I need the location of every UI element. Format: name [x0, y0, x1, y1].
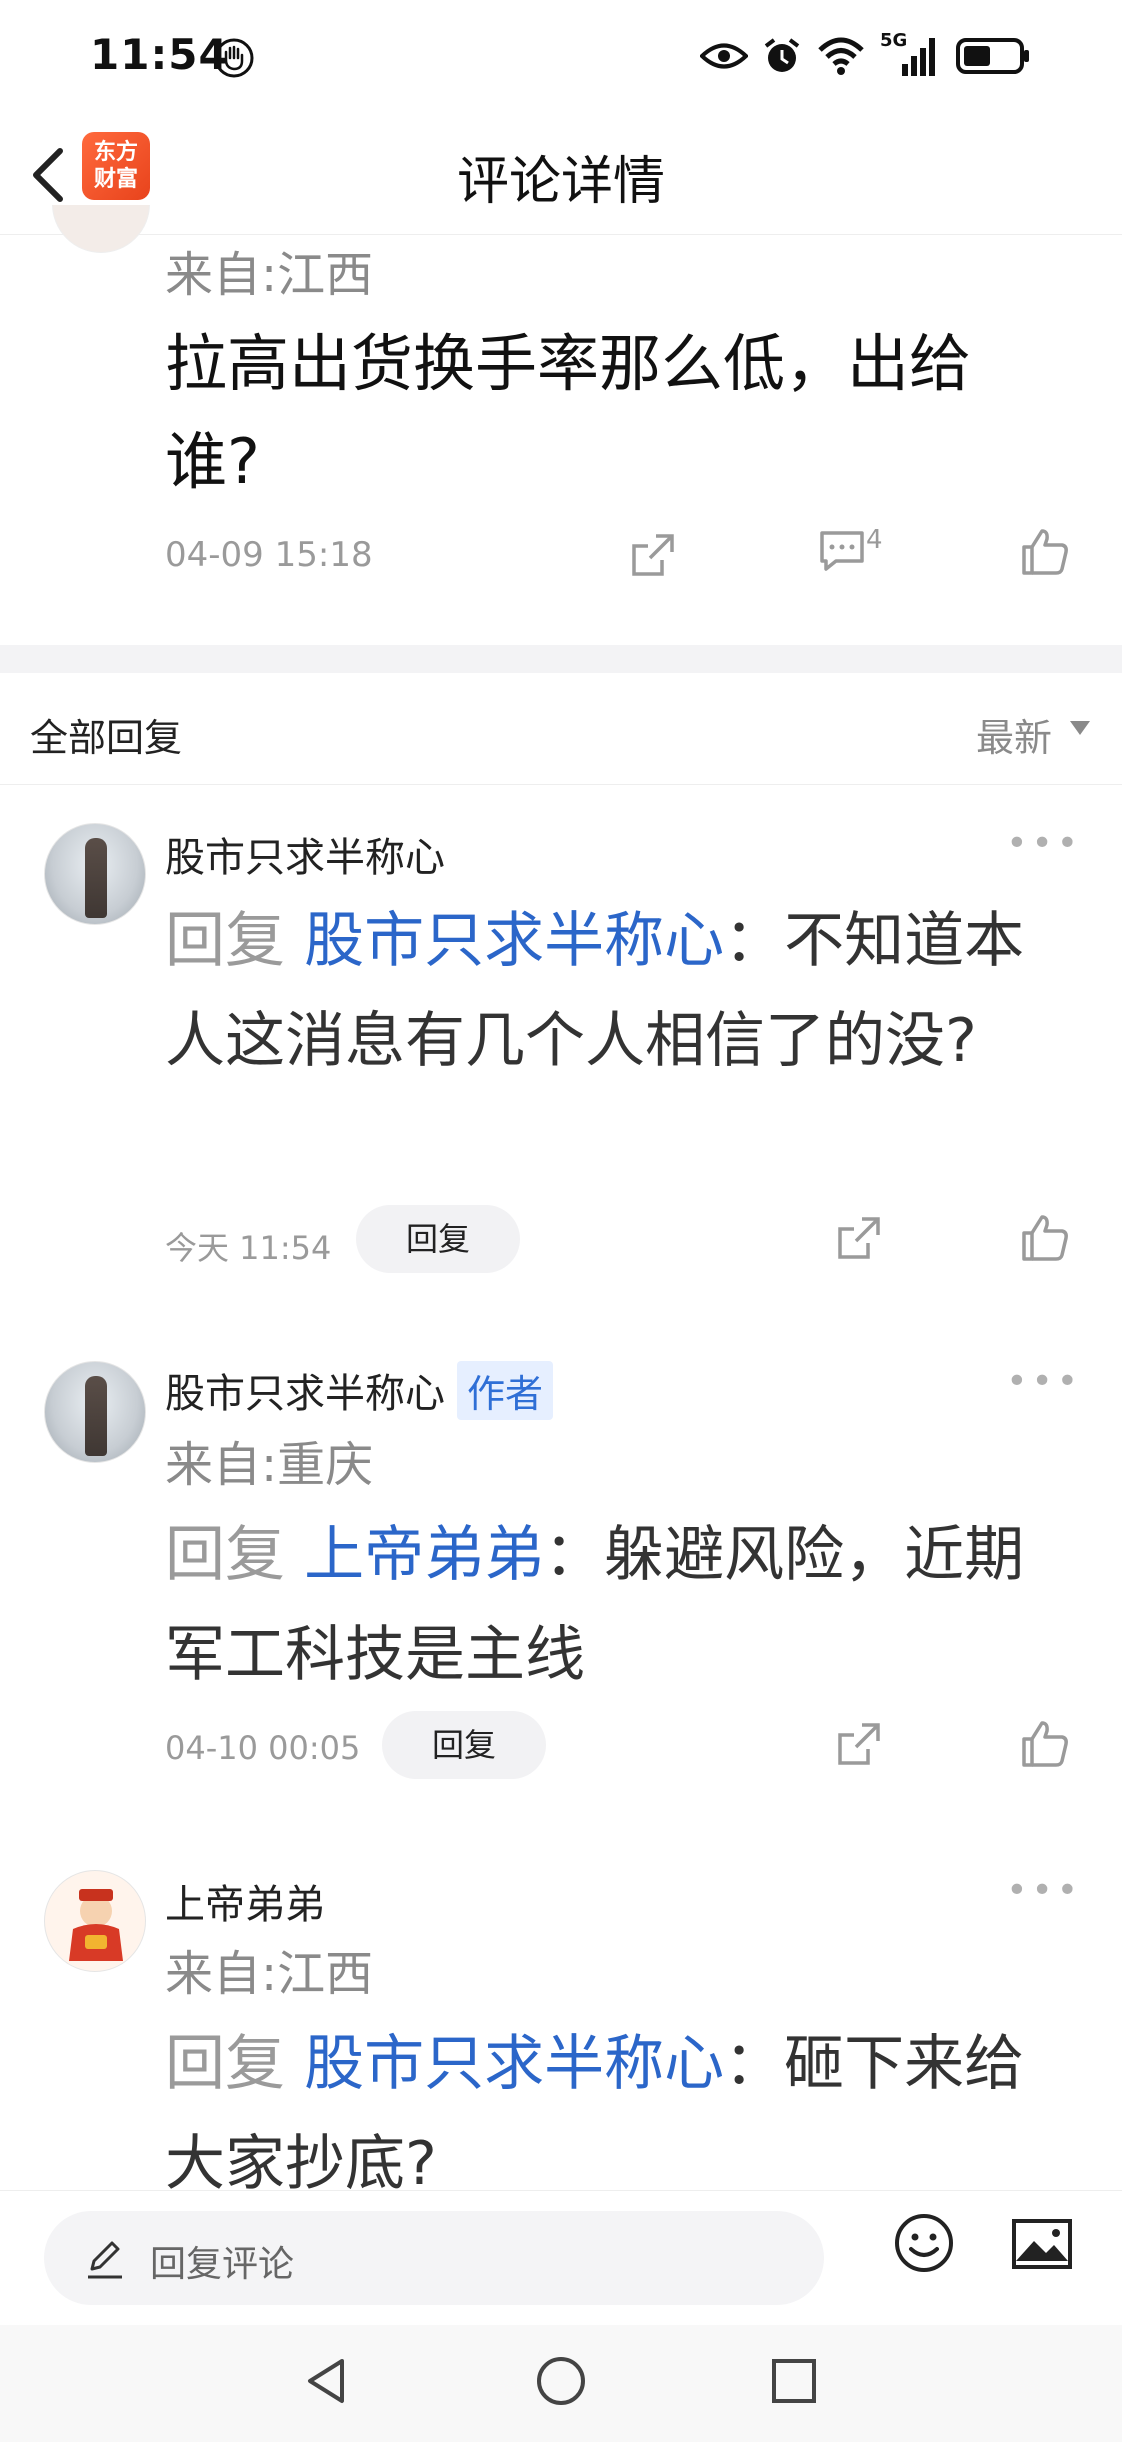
- reply-content: 回复 上帝弟弟：躲避风险，近期军工科技是主线: [165, 1505, 1055, 1705]
- author-badge: 作者: [457, 1361, 554, 1420]
- reply-input-placeholder: 回复评论: [150, 2244, 295, 2285]
- more-options-icon[interactable]: •••: [1006, 1870, 1082, 1911]
- reply-location: 来自:重庆: [165, 1437, 374, 1493]
- reply-content: 回复 股市只求半称心：不知道本人这消息有几个人相信了的没?: [165, 891, 1055, 1091]
- comment-count: 4: [866, 525, 883, 555]
- reply-button[interactable]: 回复: [382, 1711, 547, 1779]
- reply-body: ：躲避风险，近期军工科技是主线: [165, 1520, 1025, 1690]
- reply-item: 股市只求半称心 ••• 回复 股市只求半称心：不知道本人这消息有几个人相信了的没…: [0, 785, 1122, 1305]
- image-icon[interactable]: [1010, 2217, 1074, 2271]
- alarm-icon: [764, 38, 800, 72]
- reply-prefix: 回复: [165, 1520, 285, 1590]
- reply-prefix: 回复: [165, 906, 285, 976]
- caret-down-icon[interactable]: [1070, 721, 1090, 735]
- share-icon[interactable]: [628, 530, 678, 580]
- system-home-icon[interactable]: [533, 2353, 589, 2409]
- reply-username[interactable]: 上帝弟弟: [165, 1872, 325, 1930]
- replies-title: 全部回复: [30, 716, 183, 760]
- reply-item: 股市只求半称心 作者 ••• 来自:重庆 回复 上帝弟弟：躲避风险，近期军工科技是…: [0, 1305, 1122, 1810]
- avatar[interactable]: [44, 1361, 146, 1463]
- main-post: 来自:江西 拉高出货换手率那么低，出给谁? 04-09 15:18 4: [0, 205, 1122, 645]
- comment-icon[interactable]: [818, 527, 866, 575]
- reply-username[interactable]: 股市只求半称心: [165, 825, 445, 883]
- share-icon[interactable]: [834, 1213, 884, 1263]
- battery-icon: [956, 38, 1029, 74]
- sort-dropdown[interactable]: 最新: [976, 707, 1052, 762]
- system-navigation-bar: [0, 2325, 1122, 2442]
- system-back-icon[interactable]: [300, 2353, 356, 2409]
- replies-header: 全部回复 最新: [0, 673, 1122, 785]
- mention-link[interactable]: 上帝弟弟: [304, 1520, 544, 1590]
- cellular-signal-icon: 5G: [880, 30, 942, 78]
- post-location: 来自:江西: [165, 247, 374, 303]
- more-options-icon[interactable]: •••: [1006, 1361, 1082, 1402]
- like-icon[interactable]: [1020, 1213, 1070, 1263]
- system-recent-apps-icon[interactable]: [766, 2353, 822, 2409]
- status-icons: 5G: [700, 30, 1032, 82]
- reply-content: 回复 股市只求半称心：砸下来给大家抄底?: [165, 2014, 1055, 2190]
- reply-composer-bar: 回复评论: [0, 2190, 1122, 2325]
- more-options-icon[interactable]: •••: [1006, 823, 1082, 864]
- wifi-icon: [818, 37, 864, 75]
- reply-username-row: 股市只求半称心 作者: [165, 1361, 554, 1420]
- reply-item: 上帝弟弟 ••• 来自:江西 回复 股市只求半称心：砸下来给大家抄底?: [0, 1810, 1122, 2190]
- avatar[interactable]: [44, 823, 146, 925]
- post-avatar[interactable]: [52, 205, 150, 255]
- navigation-bar: 东方 财富 评论详情: [0, 115, 1122, 235]
- reply-button[interactable]: 回复: [356, 1205, 521, 1273]
- mention-link[interactable]: 股市只求半称心: [304, 2029, 724, 2099]
- like-icon[interactable]: [1020, 527, 1070, 577]
- mention-link[interactable]: 股市只求半称心: [304, 906, 724, 976]
- emoji-icon[interactable]: [892, 2211, 956, 2275]
- reply-location: 来自:江西: [165, 1946, 374, 2002]
- page-title: 评论详情: [456, 152, 665, 212]
- post-timestamp: 04-09 15:18: [165, 535, 373, 575]
- status-bar: 11:54 5G: [0, 0, 1122, 115]
- post-content: 拉高出货换手率那么低，出给谁?: [165, 327, 972, 498]
- hand-icon: [214, 38, 254, 78]
- pencil-icon: [88, 2241, 122, 2279]
- section-divider: [0, 645, 1122, 673]
- like-icon[interactable]: [1020, 1719, 1070, 1769]
- reply-prefix: 回复: [165, 2029, 285, 2099]
- reply-input[interactable]: 回复评论: [44, 2211, 824, 2305]
- avatar[interactable]: [44, 1870, 146, 1972]
- share-icon[interactable]: [834, 1719, 884, 1769]
- reply-timestamp: 今天 11:54: [165, 1229, 332, 1267]
- reply-timestamp: 04-10 00:05: [165, 1729, 361, 1767]
- eye-icon: [700, 43, 748, 69]
- status-time: 11:54: [90, 30, 229, 79]
- reply-username[interactable]: 股市只求半称心: [165, 1371, 445, 1417]
